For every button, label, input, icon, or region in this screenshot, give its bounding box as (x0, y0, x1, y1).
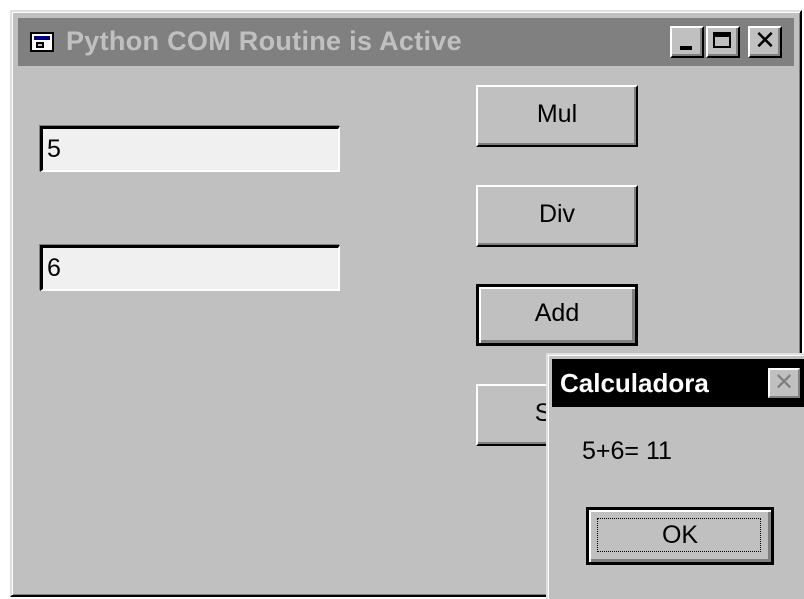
app-window-icon (30, 32, 54, 52)
message-box-dialog: Calculadora ✕ 5+6= 11 OK (546, 353, 804, 599)
add-button[interactable]: Add (476, 284, 638, 346)
message-box-close-button[interactable]: ✕ (768, 368, 800, 398)
ok-button-label: OK (661, 521, 699, 549)
mul-button[interactable]: Mul (476, 85, 638, 147)
close-icon: ✕ (754, 26, 776, 56)
first-number-input[interactable]: 5 (40, 126, 340, 172)
minimize-button[interactable] (670, 26, 704, 58)
second-number-input[interactable]: 6 (40, 245, 340, 291)
close-button[interactable]: ✕ (748, 26, 782, 58)
div-button[interactable]: Div (476, 185, 638, 247)
message-box-text: 5+6= 11 (582, 437, 672, 465)
close-icon: ✕ (773, 368, 795, 396)
message-box-titlebar[interactable]: Calculadora ✕ (552, 359, 804, 407)
message-box-title: Calculadora (560, 368, 709, 398)
main-titlebar[interactable]: Python COM Routine is Active ✕ (18, 18, 794, 66)
window-title: Python COM Routine is Active (66, 26, 462, 56)
maximize-button[interactable] (706, 26, 740, 58)
ok-button[interactable]: OK (586, 507, 774, 565)
